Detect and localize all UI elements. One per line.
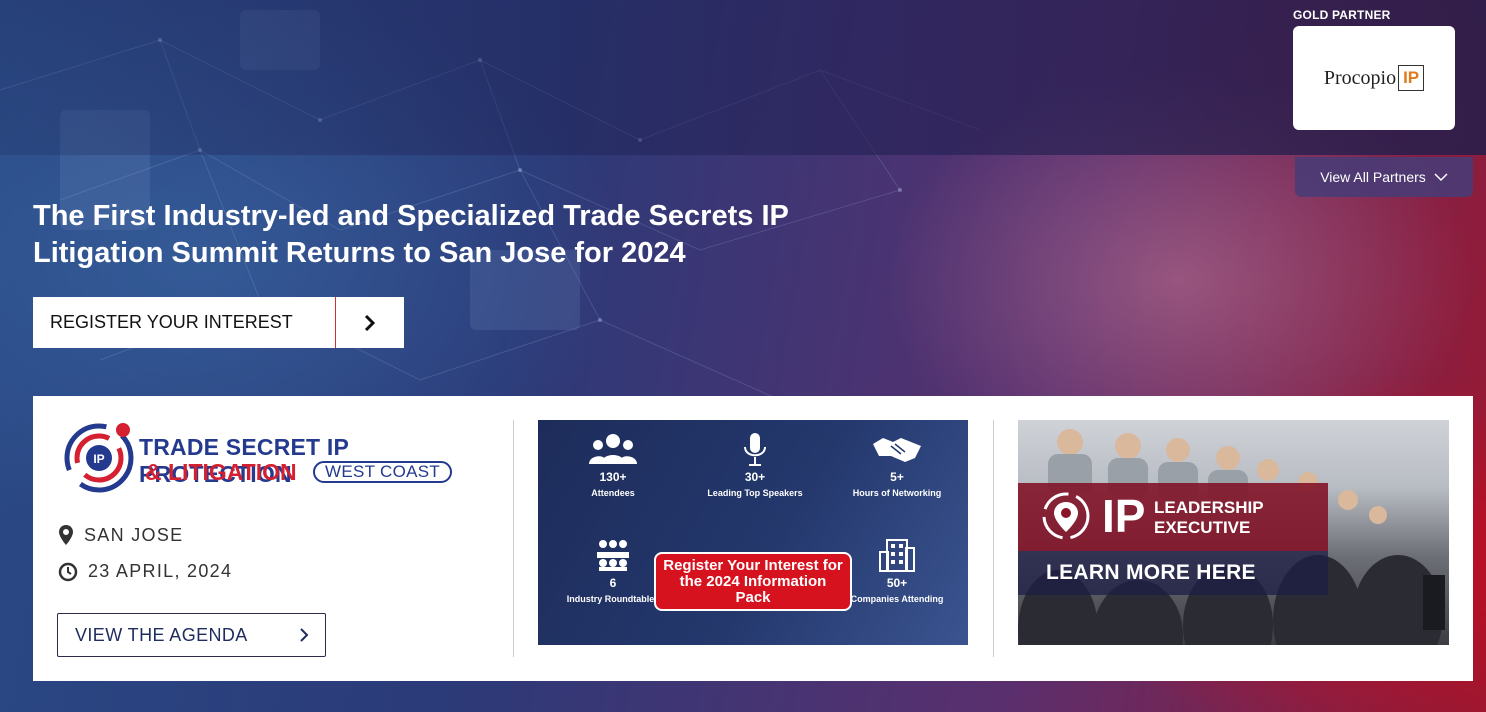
event-logo-line2: & LITIGATION [145, 459, 297, 485]
event-logo-badge: WEST COAST [313, 461, 453, 483]
panel-divider [513, 420, 514, 657]
microphone-icon [744, 433, 766, 466]
register-interest-button[interactable]: REGISTER YOUR INTEREST [33, 297, 404, 348]
chevron-right-icon [336, 297, 404, 348]
stat-speakers: 30+ Leading Top Speakers [700, 432, 810, 499]
event-date: 23 APRIL, 2024 [58, 561, 232, 582]
chevron-right-icon [300, 628, 309, 642]
view-all-partners-button[interactable]: View All Partners [1295, 157, 1473, 197]
chevron-down-icon [1434, 172, 1448, 181]
gold-partner-label: GOLD PARTNER [1293, 8, 1391, 22]
stat-speakers-num: 30+ [744, 470, 766, 484]
hero-headline: The First Industry-led and Specialized T… [33, 200, 789, 269]
stat-networking-label: Hours of Networking [852, 488, 942, 498]
stat-speakers-label: Leading Top Speakers [707, 488, 803, 498]
fingerprint-ip-icon: IP [64, 423, 134, 493]
ip-leadership-banner[interactable]: IP LEADERSHIP EXECUTIVE LEARN MORE HERE [1018, 420, 1449, 645]
location-pin-icon [59, 525, 73, 545]
learn-more-link[interactable]: LEARN MORE HERE [1046, 561, 1256, 585]
building-icon [879, 539, 915, 572]
partner-logo[interactable]: Procopio IP [1293, 26, 1455, 130]
svg-text:IP: IP [93, 452, 104, 466]
procopio-logo: Procopio IP [1323, 65, 1425, 91]
event-location: SAN JOSE [58, 524, 183, 546]
stat-roundtables-num: 6 [609, 576, 617, 590]
event-logo[interactable]: IP TRADE SECRET IP PROTECTION & LITIGATI… [61, 418, 491, 498]
ip-leadership-logo-icon [1042, 492, 1090, 540]
stat-attendees: 130+ Attendees [558, 432, 668, 499]
handshake-icon [873, 438, 921, 462]
ip-leadership-title: LEADERSHIP EXECUTIVE [1154, 498, 1264, 538]
procopio-logo-text: Procopio [1323, 66, 1397, 89]
stats-banner[interactable]: 130+ Attendees 30+ Leading Top Speakers … [538, 420, 968, 645]
ip-leadership-ip: IP [1102, 490, 1146, 542]
ip-leadership-title-line1: LEADERSHIP [1154, 498, 1264, 517]
event-info-panel: IP TRADE SECRET IP PROTECTION & LITIGATI… [33, 396, 1473, 681]
roundtable-icon [597, 540, 629, 571]
ip-leadership-title-line2: EXECUTIVE [1154, 518, 1251, 537]
view-all-partners-label: View All Partners [1320, 169, 1426, 185]
event-location-text: SAN JOSE [84, 524, 184, 545]
event-date-text: 23 APRIL, 2024 [88, 561, 233, 581]
stat-companies-num: 50+ [886, 576, 908, 590]
stat-roundtables: 6 Industry Roundtables [558, 538, 668, 605]
register-interest-label: REGISTER YOUR INTEREST [33, 297, 336, 348]
stat-networking: 5+ Hours of Networking [842, 432, 952, 499]
clock-icon [58, 562, 78, 581]
panel-divider [993, 420, 994, 657]
stat-companies: 50+ Companies Attending [842, 538, 952, 605]
stat-attendees-label: Attendees [591, 488, 635, 498]
people-icon [589, 434, 637, 464]
top-band [0, 0, 1486, 155]
view-agenda-label: VIEW THE AGENDA [75, 624, 248, 645]
stat-companies-label: Companies Attending [850, 594, 944, 604]
stat-attendees-num: 130+ [599, 470, 627, 484]
register-info-pack-button[interactable]: Register Your Interest for the 2024 Info… [654, 552, 852, 611]
stat-networking-num: 5+ [890, 470, 904, 484]
view-agenda-button[interactable]: VIEW THE AGENDA [57, 613, 326, 657]
procopio-ip-mark: IP [1398, 65, 1425, 91]
stat-roundtables-label: Industry Roundtables [566, 594, 660, 604]
